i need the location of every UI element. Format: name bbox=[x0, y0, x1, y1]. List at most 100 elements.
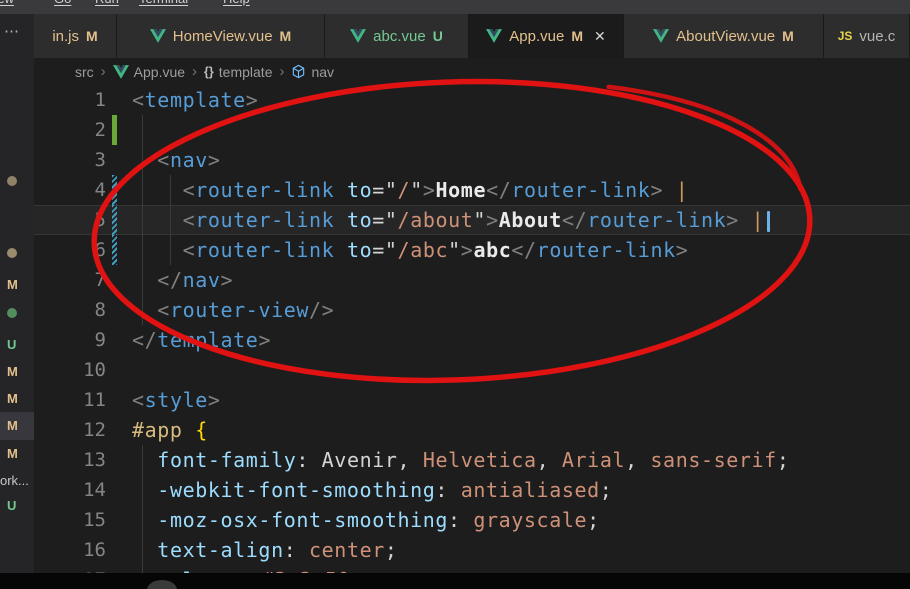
code-line-10[interactable]: 10 bbox=[34, 355, 910, 385]
code-line-7[interactable]: 7 </nav> bbox=[34, 265, 910, 295]
git-status-badge: M bbox=[7, 418, 18, 434]
git-gutter-indicator bbox=[112, 325, 117, 355]
code-line-12[interactable]: 12 #app { bbox=[34, 415, 910, 445]
line-number[interactable]: 9 bbox=[34, 325, 106, 355]
code-line-5[interactable]: 5 <router-link to="/about">About</router… bbox=[34, 205, 910, 235]
line-number[interactable]: 7 bbox=[34, 265, 106, 295]
git-gutter-indicator bbox=[112, 385, 117, 415]
code-line-15[interactable]: 15 -moz-osx-font-smoothing: grayscale; bbox=[34, 505, 910, 535]
code-text[interactable]: -moz-osx-font-smoothing: grayscale; bbox=[132, 505, 600, 535]
code-text[interactable]: <nav> bbox=[132, 145, 221, 175]
line-number[interactable]: 8 bbox=[34, 295, 106, 325]
line-number[interactable]: 2 bbox=[34, 115, 106, 145]
breadcrumb-item-app-vue[interactable]: App.vue bbox=[113, 64, 185, 80]
code-line-8[interactable]: 8 <router-view/> bbox=[34, 295, 910, 325]
code-text[interactable]: <template> bbox=[132, 85, 258, 115]
close-icon[interactable]: ✕ bbox=[594, 28, 606, 45]
vue-icon bbox=[113, 65, 129, 79]
git-gutter-indicator bbox=[112, 205, 117, 235]
menu-bar: View Go Run Terminal Help bbox=[0, 0, 910, 14]
code-text[interactable]: <router-link to="/">Home</router-link> | bbox=[132, 175, 688, 205]
bottom-strip bbox=[0, 573, 910, 589]
code-text[interactable]: </template> bbox=[132, 325, 271, 355]
code-line-13[interactable]: 13 font-family: Avenir, Helvetica, Arial… bbox=[34, 445, 910, 475]
tab-vue-c[interactable]: JSvue.c bbox=[824, 14, 910, 58]
line-number[interactable]: 3 bbox=[34, 145, 106, 175]
code-text[interactable]: color: #2c3e50; bbox=[132, 565, 363, 573]
line-number[interactable]: 6 bbox=[34, 235, 106, 265]
chevron-right-icon: › bbox=[279, 63, 284, 80]
tab-label: App.vue bbox=[509, 28, 564, 45]
breadcrumb-item-nav[interactable]: nav bbox=[291, 64, 334, 80]
line-number[interactable]: 1 bbox=[34, 85, 106, 115]
indent-guide bbox=[142, 145, 143, 175]
menu-item-terminal[interactable]: Terminal bbox=[139, 0, 188, 6]
line-number[interactable]: 17 bbox=[34, 565, 106, 573]
line-number[interactable]: 14 bbox=[34, 475, 106, 505]
breadcrumb: src›App.vue›{}template›nav bbox=[34, 58, 910, 85]
git-gutter-indicator bbox=[112, 295, 117, 325]
code-text[interactable]: </nav> bbox=[132, 265, 233, 295]
git-gutter-indicator bbox=[112, 145, 117, 175]
tab-aboutview-vue[interactable]: AboutView.vueM bbox=[624, 14, 824, 58]
indent-guide bbox=[142, 265, 143, 295]
line-number[interactable]: 4 bbox=[34, 175, 106, 205]
code-text[interactable]: <router-link to="/about">About</router-l… bbox=[132, 205, 770, 235]
code-line-16[interactable]: 16 text-align: center; bbox=[34, 535, 910, 565]
code-text[interactable]: text-align: center; bbox=[132, 535, 398, 565]
git-status-badge: M bbox=[571, 28, 583, 44]
code-line-17[interactable]: 17 color: #2c3e50; bbox=[34, 565, 910, 573]
line-number[interactable]: 13 bbox=[34, 445, 106, 475]
menu-item-run[interactable]: Run bbox=[95, 0, 119, 6]
git-gutter-indicator bbox=[112, 85, 117, 115]
more-actions-icon[interactable]: ⋯ bbox=[4, 22, 20, 40]
code-line-6[interactable]: 6 <router-link to="/abc">abc</router-lin… bbox=[34, 235, 910, 265]
tab-homeview-vue[interactable]: HomeView.vue M bbox=[117, 14, 325, 58]
code-line-3[interactable]: 3 <nav> bbox=[34, 145, 910, 175]
menu-item-go[interactable]: Go bbox=[54, 0, 71, 6]
explorer-file-label[interactable]: ork... bbox=[0, 473, 29, 489]
breadcrumb-item-src[interactable]: src bbox=[75, 64, 94, 80]
breadcrumb-item-template[interactable]: {}template bbox=[204, 64, 272, 80]
code-line-1[interactable]: 1 <template> bbox=[34, 85, 910, 115]
vue-icon bbox=[653, 29, 669, 43]
code-editor[interactable]: 1<template>23 <nav>4 <router-link to="/"… bbox=[34, 85, 910, 573]
git-status-badge: M bbox=[280, 28, 292, 44]
git-status-badge: U bbox=[433, 28, 443, 44]
code-line-4[interactable]: 4 <router-link to="/">Home</router-link>… bbox=[34, 175, 910, 205]
code-text[interactable]: font-family: Avenir, Helvetica, Arial, s… bbox=[132, 445, 789, 475]
code-text[interactable]: <router-link to="/abc">abc</router-link> bbox=[132, 235, 688, 265]
tab-label: HomeView.vue bbox=[173, 28, 273, 45]
line-number[interactable]: 16 bbox=[34, 535, 106, 565]
code-text[interactable]: <style> bbox=[132, 385, 221, 415]
line-number[interactable]: 10 bbox=[34, 355, 106, 385]
code-text[interactable]: -webkit-font-smoothing: antialiased; bbox=[132, 475, 612, 505]
tab-in-js[interactable]: in.jsM bbox=[34, 14, 117, 58]
tab-app-vue[interactable]: App.vue M ✕ bbox=[469, 14, 624, 58]
line-number[interactable]: 15 bbox=[34, 505, 106, 535]
line-number[interactable]: 5 bbox=[34, 205, 106, 235]
git-gutter-indicator bbox=[112, 445, 117, 475]
indent-guide bbox=[142, 565, 143, 573]
breadcrumb-label: nav bbox=[311, 64, 334, 80]
line-number[interactable]: 12 bbox=[34, 415, 106, 445]
braces-icon: {} bbox=[204, 65, 214, 79]
code-line-9[interactable]: 9 </template> bbox=[34, 325, 910, 355]
tab-abc-vue[interactable]: abc.vueU bbox=[325, 14, 469, 58]
code-text[interactable]: <router-view/> bbox=[132, 295, 334, 325]
menu-item-help[interactable]: Help bbox=[223, 0, 250, 6]
indent-guide bbox=[142, 295, 143, 325]
git-gutter-indicator bbox=[112, 265, 117, 295]
code-line-2[interactable]: 2 bbox=[34, 115, 910, 145]
vue-icon bbox=[150, 29, 166, 43]
code-line-11[interactable]: 11 <style> bbox=[34, 385, 910, 415]
code-text[interactable]: #app { bbox=[132, 415, 208, 445]
text-cursor bbox=[767, 211, 770, 232]
code-line-14[interactable]: 14 -webkit-font-smoothing: antialiased; bbox=[34, 475, 910, 505]
menu-item-view[interactable]: View bbox=[0, 0, 14, 6]
git-gutter-indicator bbox=[112, 115, 117, 145]
tab-label: vue.c bbox=[859, 28, 895, 45]
breadcrumb-label: src bbox=[75, 64, 94, 80]
indent-guide bbox=[170, 175, 171, 205]
line-number[interactable]: 11 bbox=[34, 385, 106, 415]
